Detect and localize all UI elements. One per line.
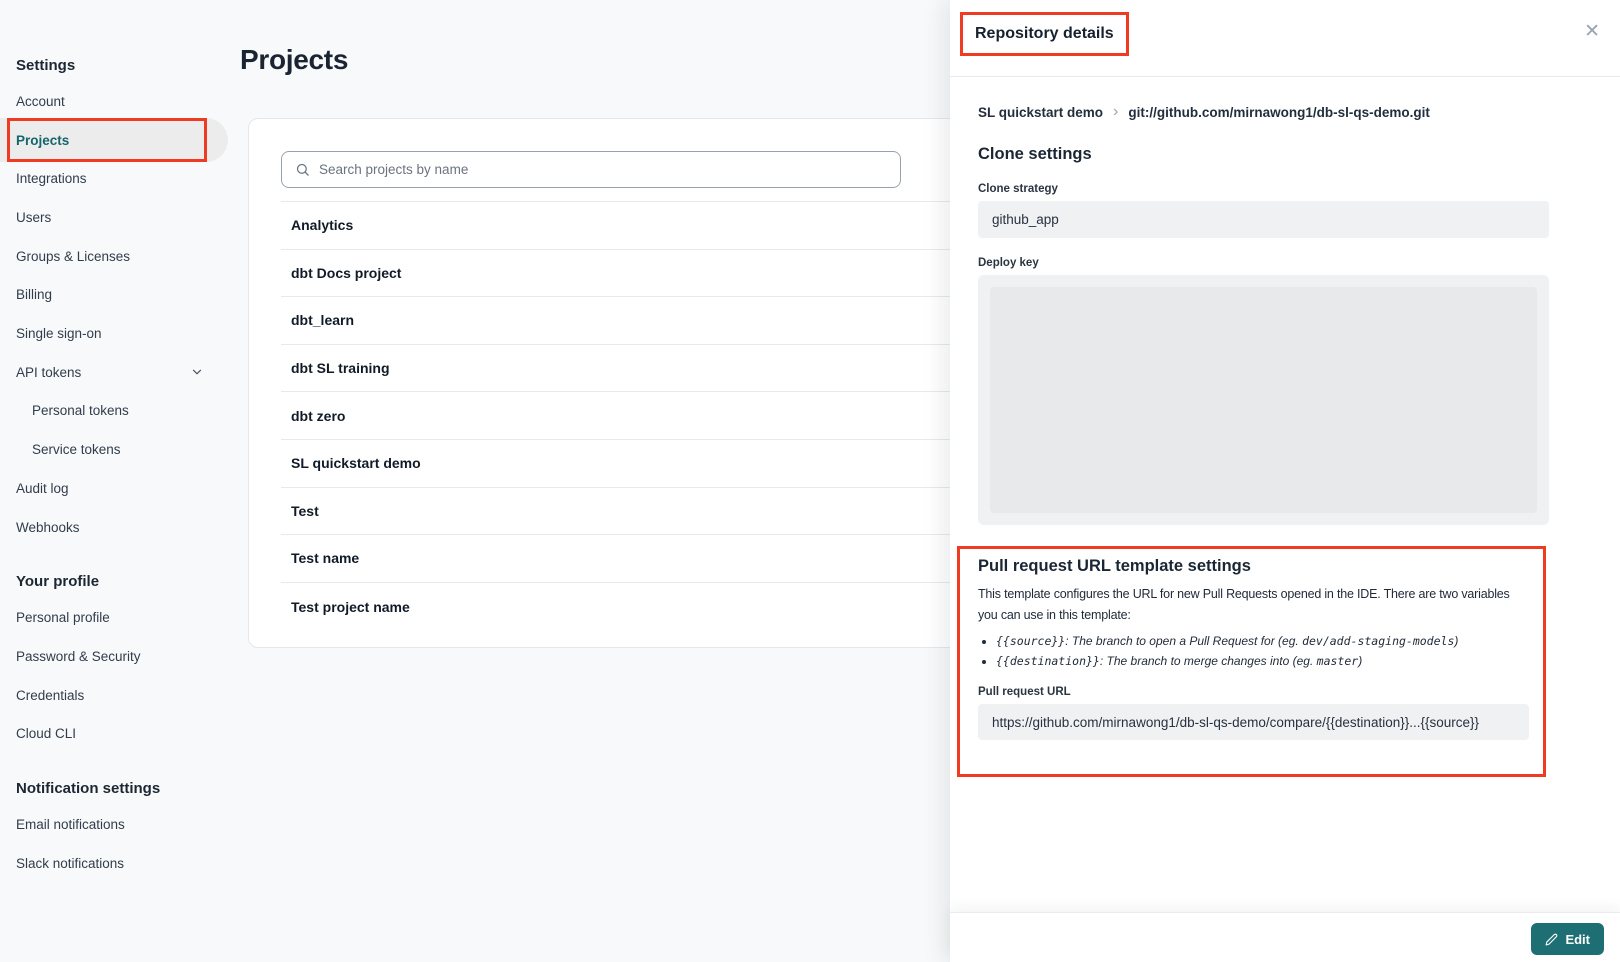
sidebar-item[interactable]: Personal tokens: [0, 392, 228, 431]
pr-variable-list: {{source}}: The branch to open a Pull Re…: [978, 633, 1529, 671]
clone-strategy-value: github_app: [992, 212, 1059, 227]
pr-variable-example-code: dev/add-staging-models: [1302, 634, 1454, 648]
sidebar-item-label: Single sign-on: [16, 326, 102, 341]
search-input[interactable]: [319, 162, 900, 177]
sidebar-item-label: Account: [16, 94, 65, 109]
sidebar-item-label: Service tokens: [32, 442, 121, 457]
pr-url-value: https://github.com/mirnawong1/db-sl-qs-d…: [992, 715, 1479, 730]
panel-header: Repository details ✕: [950, 0, 1620, 77]
clone-strategy-label: Clone strategy: [978, 183, 1549, 195]
sidebar-settings-list: Account Projects Integrations Users: [0, 82, 240, 546]
edit-button[interactable]: Edit: [1531, 923, 1604, 955]
clone-settings-heading: Clone settings: [978, 145, 1549, 164]
sidebar-item-label: Groups & Licenses: [16, 249, 130, 264]
sidebar-item-label: API tokens: [16, 365, 81, 380]
chevron-down-icon[interactable]: [190, 365, 204, 379]
panel-body: SL quickstart demo › git://github.com/mi…: [950, 77, 1620, 777]
pr-template-description: This template configures the URL for new…: [978, 584, 1529, 627]
sidebar-notification-header: Notification settings: [0, 775, 240, 801]
page-title: Projects: [240, 44, 348, 76]
panel-footer: Edit: [950, 912, 1620, 962]
sidebar-item-label: Password & Security: [16, 649, 141, 664]
sidebar-item-label: Users: [16, 210, 51, 225]
sidebar-item[interactable]: Service tokens: [0, 430, 228, 469]
pr-template-heading: Pull request URL template settings: [978, 557, 1529, 576]
project-search-box: [281, 151, 901, 188]
sidebar-item[interactable]: Integrations: [0, 160, 228, 199]
sidebar-item-label: Cloud CLI: [16, 726, 76, 741]
sidebar-item-label: Slack notifications: [16, 856, 124, 871]
sidebar-item-label: Webhooks: [16, 520, 80, 535]
project-name: dbt SL training: [291, 360, 390, 376]
pr-variable-item: {{destination}}: The branch to merge cha…: [996, 653, 1529, 670]
pr-variable-text: : The branch to merge changes into (eg.: [1100, 654, 1317, 668]
project-name: Test project name: [291, 599, 410, 615]
sidebar-item-label: Audit log: [16, 481, 69, 496]
sidebar-item-label: Email notifications: [16, 817, 125, 832]
sidebar-item[interactable]: Credentials: [0, 676, 228, 715]
breadcrumb-repo-url: git://github.com/mirnawong1/db-sl-qs-dem…: [1128, 105, 1429, 120]
breadcrumb: SL quickstart demo › git://github.com/mi…: [978, 103, 1549, 121]
panel-title: Repository details: [975, 25, 1114, 42]
sidebar-item[interactable]: Audit log: [0, 469, 228, 508]
sidebar-item[interactable]: Email notifications: [0, 805, 228, 844]
sidebar-item[interactable]: Personal profile: [0, 598, 228, 637]
sidebar-item[interactable]: Groups & Licenses: [0, 237, 228, 276]
search-icon: [295, 162, 310, 177]
sidebar-item[interactable]: Password & Security: [0, 637, 228, 676]
pr-variable-text-end: ): [1454, 634, 1458, 648]
deploy-key-label: Deploy key: [978, 257, 1549, 269]
project-name: SL quickstart demo: [291, 455, 421, 471]
sidebar-item[interactable]: Billing: [0, 276, 228, 315]
sidebar-item[interactable]: Projects: [0, 118, 228, 162]
edit-button-label: Edit: [1565, 932, 1590, 947]
pr-variable-code: {{destination}}: [996, 654, 1100, 668]
sidebar-profile-list: Personal profile Password & Security Cre…: [0, 598, 240, 753]
project-name: dbt zero: [291, 408, 345, 424]
pr-variable-item: {{source}}: The branch to open a Pull Re…: [996, 633, 1529, 650]
sidebar-notification-list: Email notifications Slack notifications: [0, 805, 240, 882]
annotation-red-box-title: Repository details: [960, 12, 1129, 56]
sidebar-item-label: Integrations: [16, 171, 87, 186]
sidebar-item-label: Billing: [16, 287, 52, 302]
project-name: dbt Docs project: [291, 265, 401, 281]
repository-details-panel: Repository details ✕ SL quickstart demo …: [950, 0, 1620, 962]
chevron-right-icon: ›: [1113, 103, 1118, 121]
breadcrumb-project[interactable]: SL quickstart demo: [978, 105, 1103, 120]
pr-variable-example-code: master: [1317, 654, 1359, 668]
sidebar-item-label: Credentials: [16, 688, 84, 703]
pr-variable-code: {{source}}: [996, 634, 1065, 648]
project-name: Test: [291, 503, 319, 519]
project-name: Test name: [291, 550, 359, 566]
sidebar-item[interactable]: Account: [0, 82, 228, 121]
sidebar-item-label: Projects: [16, 133, 69, 148]
pencil-icon: [1545, 933, 1558, 946]
sidebar-item[interactable]: Cloud CLI: [0, 714, 228, 753]
deploy-key-textarea: [990, 287, 1537, 513]
sidebar-item[interactable]: Webhooks: [0, 508, 228, 547]
project-name: dbt_learn: [291, 312, 354, 328]
pr-url-label: Pull request URL: [978, 686, 1529, 698]
pr-variable-text-end: ): [1358, 654, 1362, 668]
sidebar-settings-header: Settings: [0, 52, 240, 78]
project-name: Analytics: [291, 217, 353, 233]
annotation-red-box-pr-section: Pull request URL template settings This …: [957, 546, 1546, 777]
sidebar-item[interactable]: Users: [0, 198, 228, 237]
close-icon[interactable]: ✕: [1584, 22, 1600, 41]
sidebar-item[interactable]: API tokens: [0, 353, 228, 392]
sidebar-item-label: Personal tokens: [32, 403, 129, 418]
sidebar-item[interactable]: Single sign-on: [0, 314, 228, 353]
clone-strategy-field[interactable]: github_app: [978, 201, 1549, 238]
sidebar-item-label: Personal profile: [16, 610, 110, 625]
deploy-key-field[interactable]: [978, 275, 1549, 525]
settings-sidebar: Settings Account Projects Integrations: [0, 0, 240, 883]
sidebar-item[interactable]: Slack notifications: [0, 844, 228, 883]
sidebar-profile-header: Your profile: [0, 568, 240, 594]
pr-url-field[interactable]: https://github.com/mirnawong1/db-sl-qs-d…: [978, 704, 1529, 740]
pr-variable-text: : The branch to open a Pull Request for …: [1065, 634, 1302, 648]
